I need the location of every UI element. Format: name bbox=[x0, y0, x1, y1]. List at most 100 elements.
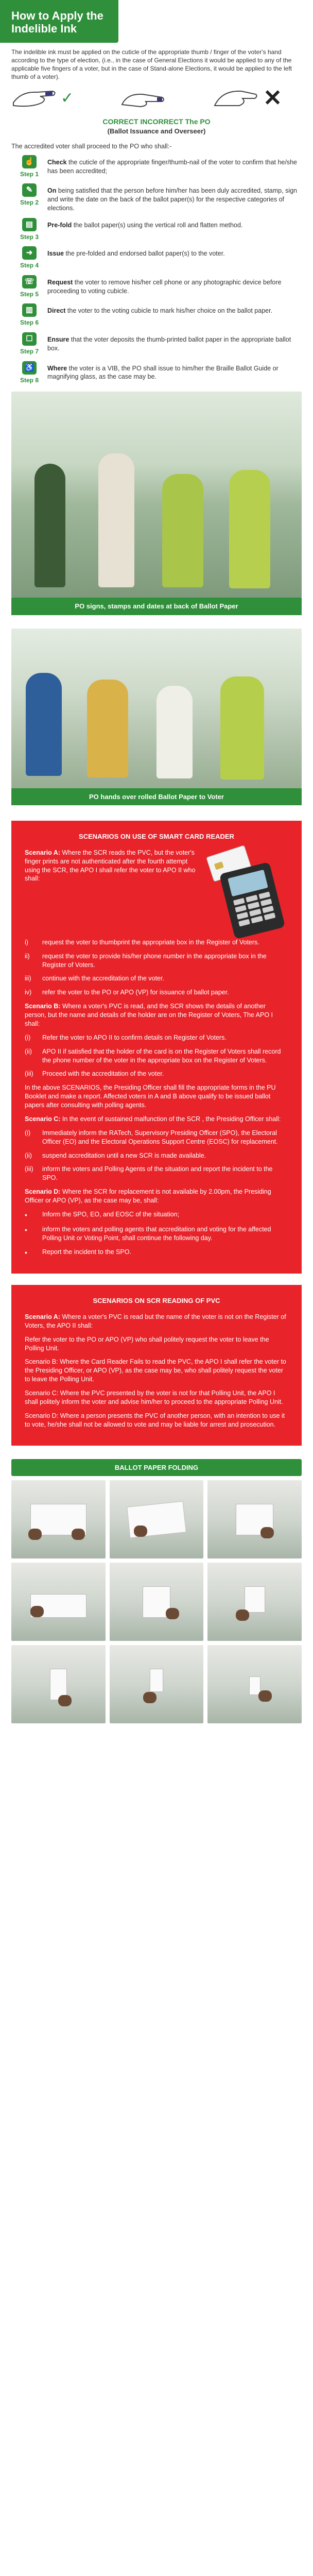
step-label: Step 6 bbox=[20, 319, 39, 327]
step-icon: ▤ Step 3 bbox=[11, 217, 47, 242]
title-banner: How to Apply the Indelible Ink bbox=[0, 0, 118, 43]
step-text: On being satisfied that the person befor… bbox=[47, 183, 302, 213]
step-text: Where the voter is a VIB, the PO shall i… bbox=[47, 361, 302, 382]
scenario-b: Scenario B: Where a voter's PVC is read,… bbox=[25, 1002, 288, 1028]
list-text: Refer the voter to APO II to confirm det… bbox=[42, 1033, 227, 1041]
folding-photo bbox=[109, 1645, 204, 1724]
step-description: that the voter deposits the thumb-printe… bbox=[47, 336, 291, 352]
scenario-a-list: i) request the voter to thumbprint the ap… bbox=[25, 938, 288, 997]
list-marker: (ii) bbox=[25, 1047, 32, 1055]
ballot-folding-heading: BALLOT PAPER FOLDING bbox=[11, 1459, 302, 1477]
step-description: the ballot paper(s) using the vertical r… bbox=[72, 221, 243, 229]
step-description: the cuticle of the appropriate finger/th… bbox=[47, 158, 298, 175]
step-keyword: Direct bbox=[47, 307, 66, 315]
scenario-c-text: In the event of sustained malfunction of… bbox=[60, 1115, 281, 1123]
list-text: request the voter to thumbprint the appr… bbox=[42, 938, 259, 946]
scenario-b-label: Scenario B: bbox=[25, 1003, 61, 1010]
pvc-scenarios-box: SCENARIOS ON SCR READING OF PVC Scenario… bbox=[11, 1285, 302, 1446]
step-description: the pre-folded and endorsed ballot paper… bbox=[63, 250, 225, 258]
photo-po-hands bbox=[11, 628, 302, 788]
step-glyph-icon: ▥ bbox=[22, 303, 37, 317]
step-4: ➜ Step 4 Issue the pre-folded and endorsed… bbox=[11, 246, 302, 270]
check-icon: ✓ bbox=[61, 90, 74, 107]
scenario-d-text: Where the SCR for replacement is not ava… bbox=[25, 1188, 271, 1204]
scenario-b-list: (i) Refer the voter to APO II to confirm … bbox=[25, 1033, 288, 1079]
folding-photo bbox=[207, 1645, 302, 1724]
ballot-folding-photos bbox=[11, 1480, 302, 1724]
finger-illustrations: ✓ ✕ bbox=[0, 84, 313, 114]
step-5: ☏ Step 5 Request the voter to remove his/h… bbox=[11, 275, 302, 299]
list-item: • Report the incident to the SPO. bbox=[25, 1248, 288, 1258]
photo-caption-2: PO hands over rolled Ballot Paper to Vot… bbox=[11, 788, 302, 806]
correct-hand: ✓ bbox=[11, 87, 74, 110]
steps-list: ☝ Step 1 Check the cuticle of the appropri… bbox=[0, 155, 313, 384]
list-item: (iii) inform the voters and Polling Agent… bbox=[25, 1165, 288, 1182]
step-keyword: Where bbox=[47, 364, 67, 372]
step-label: Step 3 bbox=[20, 233, 39, 241]
list-marker: i) bbox=[25, 938, 28, 946]
list-text: Inform the SPO, EO, and EOSC of the situ… bbox=[42, 1210, 180, 1218]
step-text: Ensure that the voter deposits the thumb… bbox=[47, 332, 302, 353]
po-heading: CORRECT INCORRECT The PO bbox=[102, 117, 211, 126]
list-text: inform the voters and polling agents tha… bbox=[42, 1225, 271, 1242]
folding-photo bbox=[11, 1480, 106, 1559]
folding-photo bbox=[207, 1563, 302, 1641]
list-text: suspend accreditation until a new SCR is… bbox=[42, 1151, 206, 1159]
cross-icon: ✕ bbox=[263, 86, 282, 111]
photo-po-signs bbox=[11, 392, 302, 598]
list-item: iv) refer the voter to the PO or APO (VP)… bbox=[25, 988, 288, 997]
step-7: ☐ Step 7 Ensure that the voter deposits th… bbox=[11, 332, 302, 356]
step-glyph-icon: ▤ bbox=[22, 217, 37, 231]
step-keyword: Pre-fold bbox=[47, 221, 72, 229]
scenario-d: Scenario D: Where the SCR for replacemen… bbox=[25, 1188, 288, 1205]
list-text: request the voter to provide his/her pho… bbox=[42, 952, 267, 969]
scenario-d-label: Scenario D: bbox=[25, 1188, 61, 1196]
pvc-scenario-b: Scenario B: Where the Card Reader Fails … bbox=[25, 1358, 286, 1383]
list-item: (ii) APO II if satisfied that the holder … bbox=[25, 1047, 288, 1065]
photo-caption-1: PO signs, stamps and dates at back of Ba… bbox=[11, 598, 302, 615]
list-item: (iii) Proceed with the accreditation of t… bbox=[25, 1070, 288, 1078]
list-text: inform the voters and Polling Agents of … bbox=[42, 1165, 273, 1182]
page-title: How to Apply the Indelible Ink bbox=[11, 9, 103, 36]
step-icon: ☝ Step 1 bbox=[11, 155, 47, 179]
list-text: Report the incident to the SPO. bbox=[42, 1248, 132, 1256]
incorrect-hand: ✕ bbox=[213, 87, 282, 110]
list-marker: (iii) bbox=[25, 1070, 33, 1078]
list-marker: iv) bbox=[25, 989, 32, 996]
step-icon: ✎ Step 2 bbox=[11, 183, 47, 207]
step-glyph-icon: ➜ bbox=[22, 246, 37, 260]
list-item: iii) continue with the accreditation of t… bbox=[25, 974, 288, 983]
finger-icon bbox=[120, 87, 166, 110]
step-keyword: Ensure bbox=[47, 336, 69, 344]
step-label: Step 5 bbox=[20, 290, 39, 298]
pvc-scenario-a-label: Scenario A: bbox=[25, 1313, 61, 1320]
pvc-scenario-d: Scenario D: Where a person presents the … bbox=[25, 1412, 285, 1428]
list-marker: • bbox=[25, 1225, 27, 1234]
step-label: Step 2 bbox=[20, 199, 39, 207]
scenario-a: Scenario A: Where the SCR reads the PVC,… bbox=[25, 844, 288, 939]
folding-photo bbox=[11, 1563, 106, 1641]
step-glyph-icon: ♿ bbox=[22, 361, 37, 375]
step-description: the voter to the voting cubicle to mark … bbox=[65, 307, 273, 315]
step-description: being satisfied that the person before h… bbox=[47, 187, 297, 212]
step-glyph-icon: ☏ bbox=[22, 275, 37, 289]
scenario-note: In the above SCENARIOS, the Presiding Of… bbox=[25, 1084, 276, 1109]
step-label: Step 1 bbox=[20, 170, 39, 178]
step-icon: ▥ Step 6 bbox=[11, 303, 47, 327]
list-text: Proceed with the accreditation of the vo… bbox=[42, 1070, 164, 1078]
step-8: ♿ Step 8 Where the voter is a VIB, the PO … bbox=[11, 361, 302, 385]
card-reader-icon bbox=[206, 844, 288, 939]
step-3: ▤ Step 3 Pre-fold the ballot paper(s) usin… bbox=[11, 217, 302, 242]
thumb-icon bbox=[11, 87, 58, 110]
list-text: refer the voter to the PO or APO (VP) fo… bbox=[42, 989, 229, 996]
step-icon: ➜ Step 4 bbox=[11, 246, 47, 270]
scenario-c-label: Scenario C: bbox=[25, 1115, 61, 1123]
list-marker: (iii) bbox=[25, 1165, 33, 1173]
step-text: Request the voter to remove his/her cell… bbox=[47, 275, 302, 296]
folding-photo bbox=[11, 1645, 106, 1724]
person-figure bbox=[98, 453, 135, 588]
step-glyph-icon: ☝ bbox=[22, 155, 37, 168]
pvc-scenario-c: Scenario C: Where the PVC presented by t… bbox=[25, 1389, 283, 1405]
scenario-a-label: Scenario A: bbox=[25, 849, 61, 856]
step-text: Issue the pre-folded and endorsed ballot… bbox=[47, 246, 225, 258]
